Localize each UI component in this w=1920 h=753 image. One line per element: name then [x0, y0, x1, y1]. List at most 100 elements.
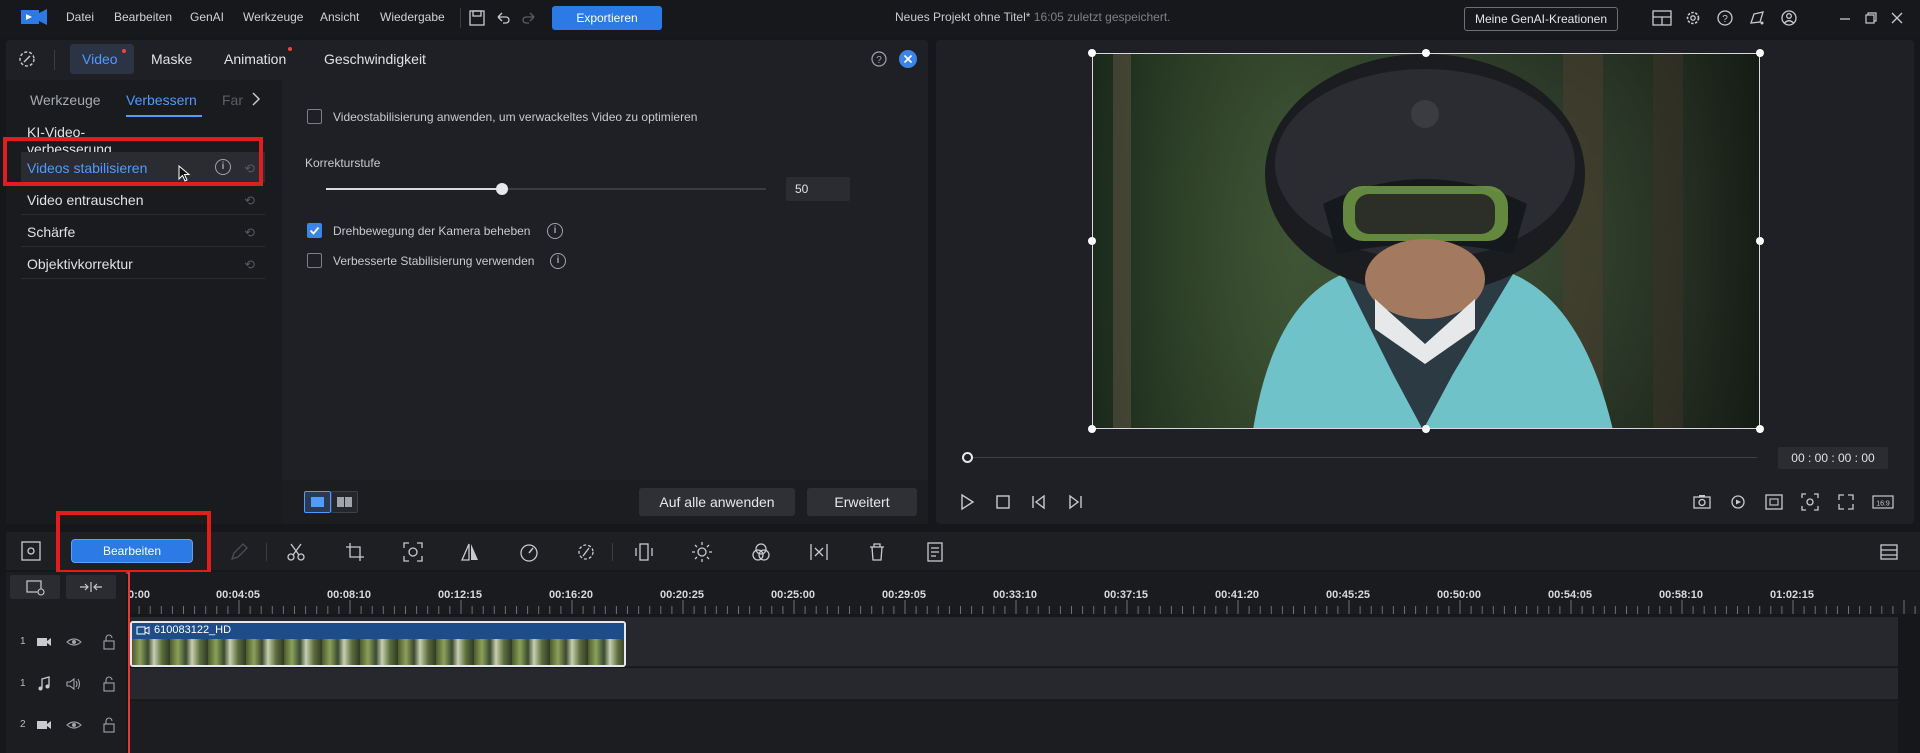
edit-list-icon[interactable]	[924, 541, 946, 563]
add-track-button[interactable]	[10, 575, 60, 599]
help-icon[interactable]: ?	[1716, 9, 1734, 27]
menu-datei[interactable]: Datei	[66, 10, 94, 24]
resize-handle-mr[interactable]	[1756, 237, 1764, 245]
help-icon[interactable]: ?	[870, 50, 888, 68]
video-preview[interactable]	[1092, 53, 1760, 429]
unlock-icon[interactable]	[102, 717, 116, 733]
brightness-icon[interactable]	[691, 541, 713, 563]
settings-gear-icon[interactable]	[1684, 9, 1702, 27]
split-view-toggle[interactable]	[331, 491, 358, 513]
chevron-right-icon[interactable]	[250, 90, 262, 108]
cut-icon[interactable]	[285, 541, 307, 563]
video-camera-icon	[36, 718, 52, 732]
close-panel-icon[interactable]	[898, 49, 918, 69]
media-library-icon[interactable]	[20, 540, 42, 562]
resize-handle-bc[interactable]	[1422, 425, 1430, 433]
menu-wiedergabe[interactable]: Wiedergabe	[380, 10, 445, 24]
music-note-icon	[37, 676, 51, 692]
resize-handle-tl[interactable]	[1088, 49, 1096, 57]
single-view-toggle[interactable]	[304, 491, 331, 513]
next-frame-icon[interactable]	[1065, 492, 1085, 512]
playhead[interactable]	[128, 572, 130, 753]
speed-icon[interactable]	[518, 541, 540, 563]
subtab-improve[interactable]: Verbessern	[126, 92, 197, 108]
subtab-color[interactable]: Far	[222, 92, 243, 108]
visibility-eye-icon[interactable]	[66, 718, 82, 732]
genai-creations-button[interactable]: Meine GenAI-Kreationen	[1464, 7, 1618, 31]
sidebar-item-sharpness[interactable]: Schärfe ⟲	[21, 216, 265, 247]
focus-icon[interactable]	[402, 541, 424, 563]
save-icon[interactable]	[468, 9, 486, 27]
visibility-eye-icon[interactable]	[66, 635, 82, 649]
info-icon[interactable]: i	[550, 253, 566, 269]
subtab-tools[interactable]: Werkzeuge	[30, 92, 101, 108]
menu-genai[interactable]: GenAI	[190, 10, 224, 24]
video-track-2[interactable]	[128, 701, 1898, 753]
fullscreen-icon[interactable]	[1836, 492, 1856, 512]
crop-icon[interactable]	[344, 541, 366, 563]
ai-effects-icon[interactable]	[575, 541, 597, 563]
correction-slider-knob[interactable]	[496, 183, 508, 195]
fix-rotation-checkbox[interactable]	[307, 223, 322, 238]
info-icon[interactable]: i	[547, 223, 563, 239]
snapshot-icon[interactable]	[1692, 492, 1712, 512]
sidebar-item-lens-correction[interactable]: Objektivkorrektur ⟲	[21, 248, 265, 279]
stop-icon[interactable]	[993, 492, 1013, 512]
zoom-icon[interactable]	[1800, 492, 1820, 512]
preview-quality-icon[interactable]	[1728, 492, 1748, 512]
ruler-label: 00:58:10	[1659, 589, 1704, 601]
delete-icon[interactable]	[866, 541, 888, 563]
menu-werkzeuge[interactable]: Werkzeuge	[243, 10, 303, 24]
resize-handle-bl[interactable]	[1088, 425, 1096, 433]
reset-icon[interactable]: ⟲	[244, 225, 255, 241]
flip-icon[interactable]	[459, 541, 481, 563]
play-icon[interactable]	[957, 492, 977, 512]
ruler-label: 00:33:10	[993, 589, 1038, 601]
resize-handle-tc[interactable]	[1422, 49, 1430, 57]
audio-track-1[interactable]	[128, 668, 1898, 700]
advanced-button[interactable]: Erweitert	[807, 488, 917, 516]
sidebar-item-denoise[interactable]: Video entrauschen ⟲	[21, 184, 265, 215]
clip-video-icon	[136, 625, 150, 636]
account-icon[interactable]	[1780, 9, 1798, 27]
tab-animation[interactable]: Animation	[224, 51, 286, 67]
tab-video[interactable]: Video	[82, 51, 118, 67]
previous-frame-icon[interactable]	[1029, 492, 1049, 512]
improved-stabilization-checkbox[interactable]	[307, 253, 322, 268]
video-clip[interactable]: 610083122_HD	[130, 621, 626, 667]
timeline-settings-icon[interactable]	[1878, 541, 1900, 563]
notification-icon[interactable]	[1748, 9, 1766, 27]
undo-icon[interactable]	[494, 9, 512, 27]
stabilize-icon[interactable]	[633, 541, 655, 563]
redo-icon[interactable]	[520, 9, 538, 27]
unlock-icon[interactable]	[102, 676, 116, 692]
aspect-ratio-icon[interactable]: 16:9	[1872, 492, 1894, 512]
apply-all-button[interactable]: Auf alle anwenden	[639, 488, 795, 516]
menu-bearbeiten[interactable]: Bearbeiten	[114, 10, 172, 24]
transition-icon[interactable]	[808, 541, 830, 563]
restore-icon[interactable]	[1864, 9, 1882, 27]
volume-icon[interactable]	[66, 677, 82, 691]
scrubber-knob[interactable]	[962, 452, 973, 463]
export-button[interactable]: Exportieren	[552, 6, 662, 30]
apply-stabilization-checkbox[interactable]	[307, 109, 322, 124]
pen-icon[interactable]	[228, 541, 250, 563]
playback-scrubber[interactable]	[967, 457, 1757, 458]
tab-mask[interactable]: Maske	[151, 51, 192, 67]
layout-icon[interactable]	[1652, 9, 1672, 27]
close-icon[interactable]	[1890, 9, 1908, 27]
tab-speed[interactable]: Geschwindigkeit	[324, 51, 426, 67]
resize-handle-ml[interactable]	[1088, 237, 1096, 245]
correction-value-field[interactable]: 50	[786, 177, 850, 201]
tools-magic-icon[interactable]	[16, 48, 38, 70]
menu-ansicht[interactable]: Ansicht	[320, 10, 359, 24]
resize-handle-tr[interactable]	[1756, 49, 1764, 57]
reset-icon[interactable]: ⟲	[244, 193, 255, 209]
safe-zone-icon[interactable]	[1764, 492, 1784, 512]
fit-timeline-button[interactable]	[66, 575, 116, 599]
reset-icon[interactable]: ⟲	[244, 257, 255, 273]
unlock-icon[interactable]	[102, 634, 116, 650]
color-blend-icon[interactable]	[750, 541, 772, 563]
minimize-icon[interactable]	[1838, 9, 1856, 27]
resize-handle-br[interactable]	[1756, 425, 1764, 433]
